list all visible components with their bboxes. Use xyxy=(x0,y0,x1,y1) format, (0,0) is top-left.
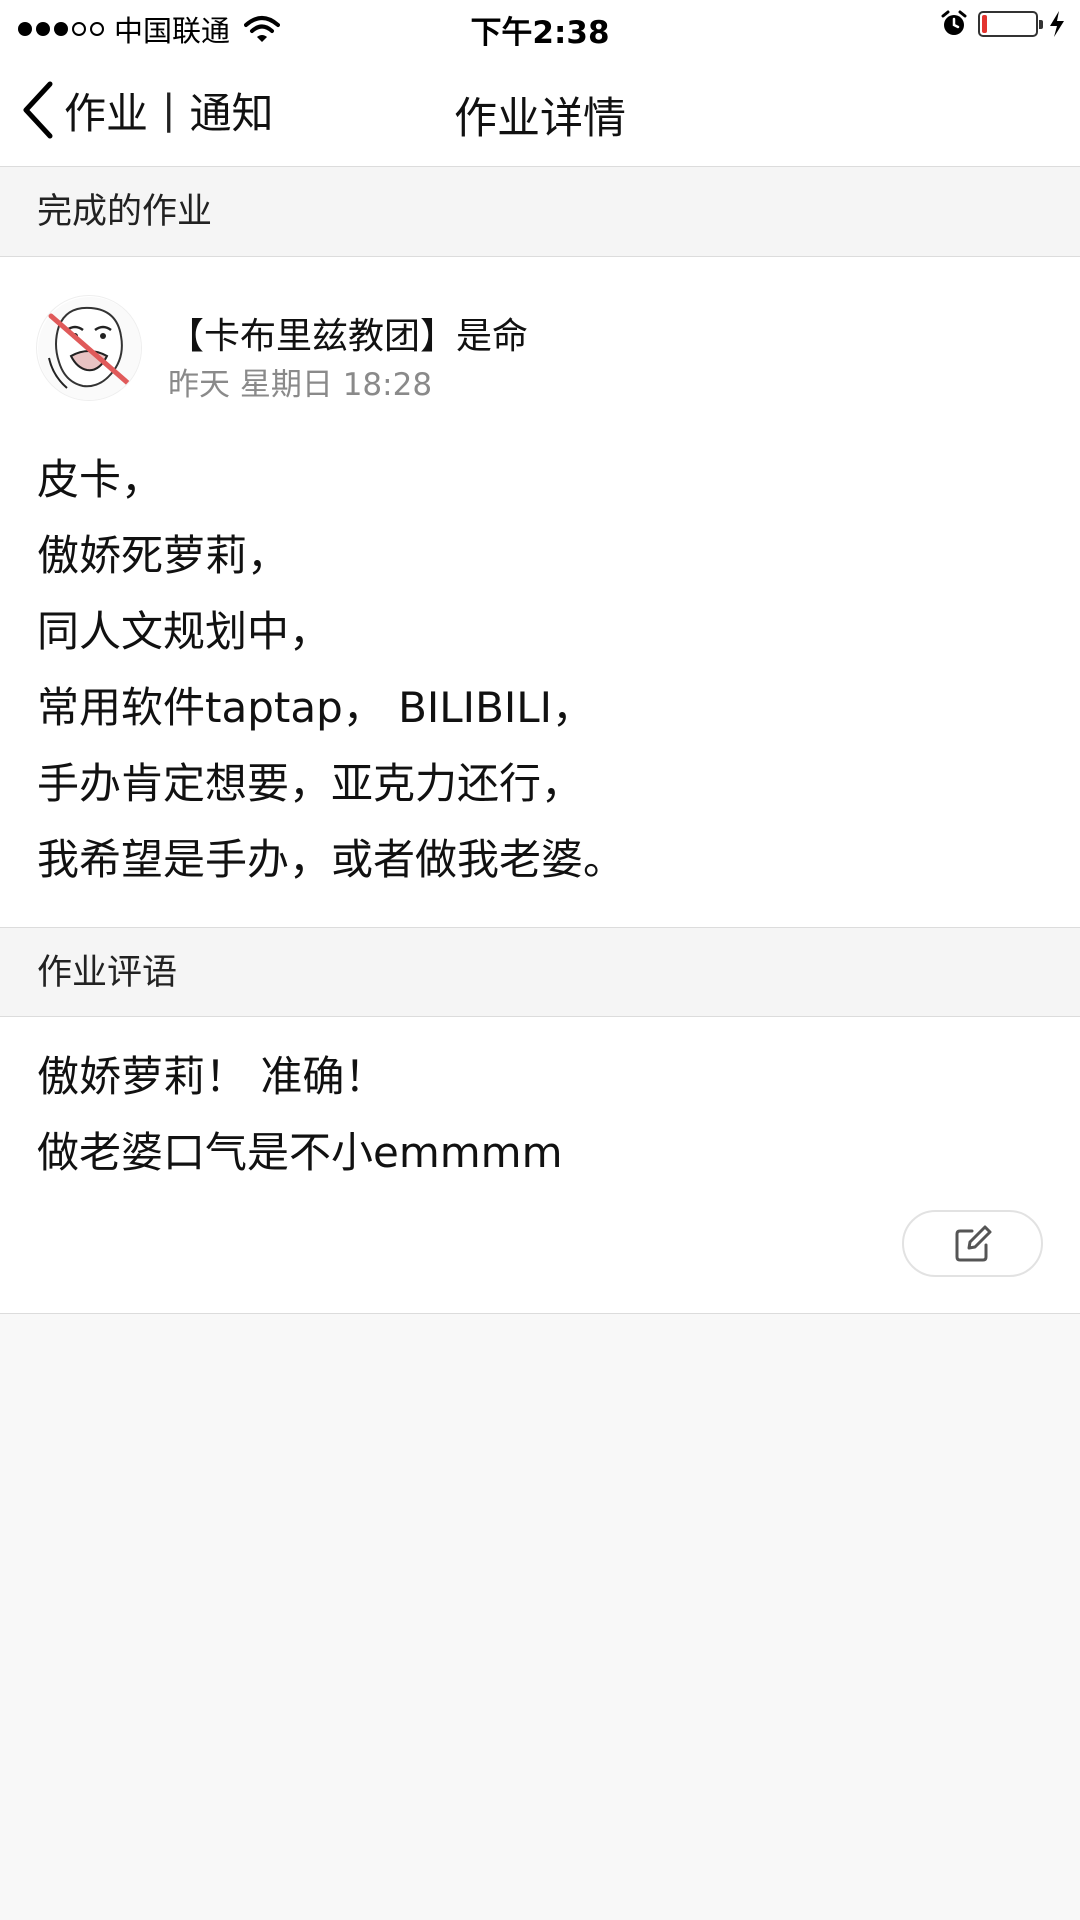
battery-icon xyxy=(978,11,1043,37)
homework-card: 【卡布里兹教团】是命 昨天 星期日 18:28 皮卡， 傲娇死萝莉， 同人文规划… xyxy=(0,257,1080,927)
section-header-homework: 完成的作业 xyxy=(0,167,1080,257)
content-line: 傲娇死萝莉， xyxy=(37,531,290,580)
page-title: 作业详情 xyxy=(454,94,626,144)
status-right xyxy=(940,10,1066,38)
bolt-icon xyxy=(1050,11,1064,37)
post-time: 昨天 星期日 18:28 xyxy=(168,367,433,403)
status-bar: 中国联通 下午2:38 xyxy=(0,0,1080,54)
comment-line: 傲娇萝莉！ 准确！ xyxy=(37,1052,387,1101)
comment-card: 傲娇萝莉！ 准确！ 做老婆口气是不小emmmm xyxy=(0,1017,1080,1314)
homework-content: 皮卡， 傲娇死萝莉， 同人文规划中， 常用软件taptap， BILIBILI，… xyxy=(37,442,625,898)
status-time: 下午2:38 xyxy=(470,15,610,51)
comment-line: 做老婆口气是不小emmmm xyxy=(37,1128,563,1177)
battery-level xyxy=(982,15,987,33)
section-header-comment: 作业评语 xyxy=(0,927,1080,1017)
screen: 中国联通 下午2:38 作业 | 通知 作业详情 完成的作业 【卡布里兹教团】是… xyxy=(0,0,1080,1920)
avatar-image xyxy=(38,297,141,400)
nav-bar: 作业 | 通知 作业详情 xyxy=(0,54,1080,167)
edit-comment-button[interactable] xyxy=(902,1210,1043,1277)
comment-content: 傲娇萝莉！ 准确！ 做老婆口气是不小emmmm xyxy=(37,1039,563,1191)
alarm-icon xyxy=(941,10,967,35)
author-name: 【卡布里兹教团】是命 xyxy=(168,316,529,357)
content-line: 我希望是手办，或者做我老婆。 xyxy=(37,835,626,884)
content-line: 皮卡， xyxy=(37,455,164,504)
edit-icon xyxy=(955,1225,991,1261)
content-line: 同人文规划中， xyxy=(37,607,332,656)
content-line: 手办肯定想要，亚克力还行， xyxy=(37,759,584,808)
content-line: 常用软件taptap， BILIBILI， xyxy=(37,683,595,732)
avatar[interactable] xyxy=(36,295,142,401)
